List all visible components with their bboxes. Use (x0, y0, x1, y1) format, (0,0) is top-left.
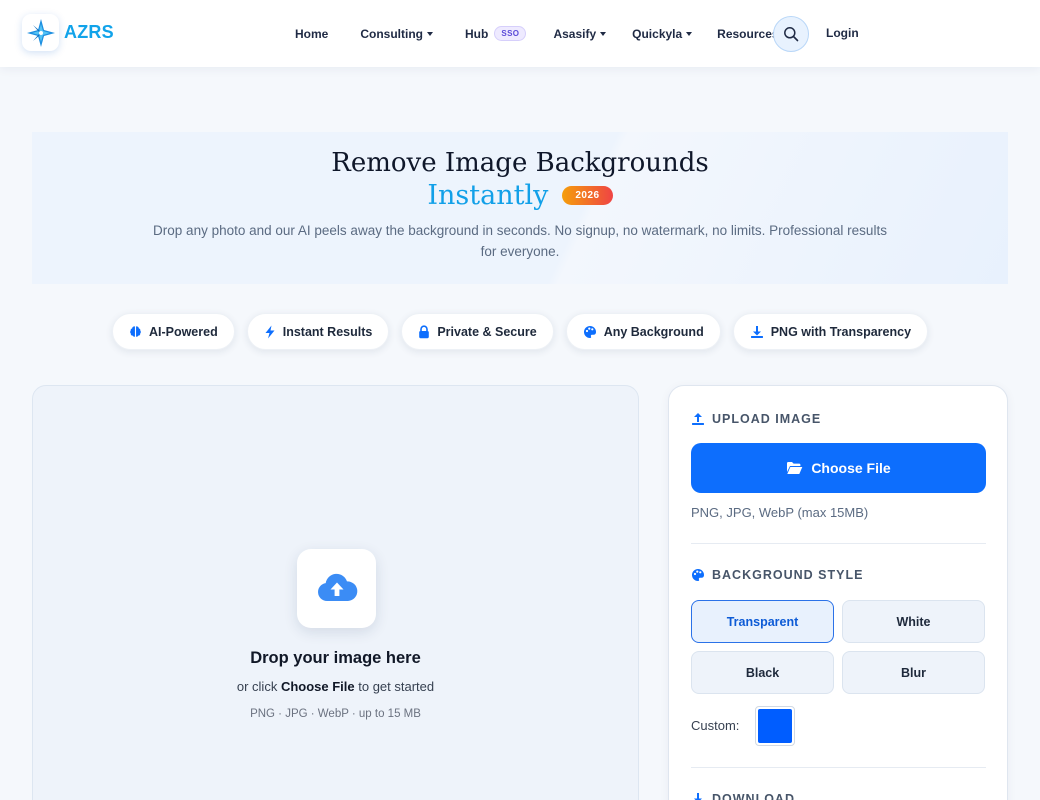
bg-option-blur[interactable]: Blur (842, 651, 985, 694)
main-menu: Home Consulting Hub SSO Asasify Quickyla … (295, 0, 821, 67)
background-style-heading: BACKGROUND STYLE (691, 568, 863, 582)
caret-down-icon (686, 31, 693, 36)
download-heading-text: DOWNLOAD (712, 792, 795, 800)
upload-heading-text: UPLOAD IMAGE (712, 412, 822, 426)
brand-logo[interactable]: AZRS (22, 14, 114, 51)
hero-description: Drop any photo and our AI peels away the… (153, 223, 887, 259)
sso-badge: SSO (494, 26, 527, 41)
nav-hub[interactable]: Hub SSO (465, 26, 527, 41)
bg-option-transparent[interactable]: Transparent (691, 600, 834, 643)
year-badge: 2026 (562, 186, 613, 205)
custom-color-swatch (758, 709, 792, 743)
drop-zone-formats: PNG · JPG · WebP · up to 15 MB (250, 708, 421, 720)
search-icon (784, 27, 799, 42)
palette-icon (583, 325, 596, 338)
nav-asasify[interactable]: Asasify (553, 26, 607, 41)
folder-open-icon (787, 462, 803, 474)
search-button[interactable] (773, 16, 809, 52)
feature-chip-label: Private & Secure (437, 324, 537, 339)
download-icon (750, 325, 763, 338)
nav-home[interactable]: Home (295, 27, 328, 41)
brand-name: AZRS (64, 22, 114, 42)
login-link[interactable]: Login (826, 26, 859, 40)
feature-chip-png: PNG with Transparency (732, 313, 929, 350)
nav-quickyla[interactable]: Quickyla (632, 26, 693, 41)
upload-image-heading: UPLOAD IMAGE (691, 412, 821, 426)
background-heading-text: BACKGROUND STYLE (712, 568, 864, 582)
nav-consulting[interactable]: Consulting (360, 27, 433, 41)
nav-home-label: Home (295, 26, 329, 41)
control-panel: UPLOAD IMAGE Choose File PNG, JPG, WebP … (668, 385, 1008, 800)
choose-file-button[interactable]: Choose File (691, 443, 986, 493)
download-heading: DOWNLOAD (691, 792, 795, 800)
feature-chip-label: Instant Results (282, 324, 373, 339)
cloud-upload-icon (297, 549, 376, 628)
hero-accent-text: Instantly (427, 180, 549, 211)
nav-consulting-label: Consulting (360, 26, 423, 41)
feature-chip-label: PNG with Transparency (770, 324, 912, 339)
nav-resources-label: Resources (717, 26, 779, 41)
bg-option-black[interactable]: Black (691, 651, 834, 694)
caret-down-icon (600, 31, 607, 36)
page-title: Remove Image Backgrounds (331, 148, 709, 178)
upload-icon (692, 413, 704, 425)
drop-zone-sub-suffix: to get started (354, 679, 435, 694)
feature-chips: AI-Powered Instant Results Private & Sec… (0, 313, 1040, 350)
download-icon (694, 793, 702, 800)
drop-zone-title: Drop your image here (250, 649, 421, 667)
bg-option-white[interactable]: White (842, 600, 985, 643)
section-divider (691, 767, 986, 768)
palette-icon (692, 569, 705, 581)
drop-zone-choose-file: Choose File (280, 679, 355, 694)
feature-chip-label: AI-Powered (148, 324, 218, 339)
drop-zone-sub-prefix: or click (236, 679, 281, 694)
top-navbar: AZRS Home Consulting Hub SSO Asasify Quic… (0, 0, 1040, 67)
nav-asasify-label: Asasify (553, 26, 597, 41)
hero-banner: Remove Image Backgrounds Instantly 2026 … (32, 132, 1008, 284)
compass-logo-icon (22, 14, 59, 51)
drop-zone-subtitle: or click Choose File to get started (33, 679, 638, 694)
nav-quickyla-label: Quickyla (632, 26, 683, 41)
bolt-icon (265, 325, 275, 338)
brain-icon (130, 326, 141, 337)
section-divider (691, 543, 986, 544)
nav-hub-label: Hub (465, 26, 489, 41)
image-drop-zone[interactable]: Drop your image here or click Choose Fil… (32, 385, 639, 800)
caret-down-icon (427, 31, 433, 36)
feature-chip-background: Any Background (565, 313, 721, 350)
feature-chip-private: Private & Secure (401, 313, 554, 350)
hero-accent-line: Instantly 2026 (32, 180, 1008, 211)
custom-color-picker[interactable] (755, 706, 795, 746)
feature-chip-label: Any Background (603, 324, 704, 339)
feature-chip-ai: AI-Powered (111, 313, 235, 350)
feature-chip-instant: Instant Results (246, 313, 390, 350)
choose-file-label: Choose File (811, 460, 891, 476)
supported-formats: PNG, JPG, WebP (max 15MB) (691, 505, 869, 520)
custom-color-label: Custom: (691, 718, 740, 733)
lock-icon (419, 324, 430, 338)
